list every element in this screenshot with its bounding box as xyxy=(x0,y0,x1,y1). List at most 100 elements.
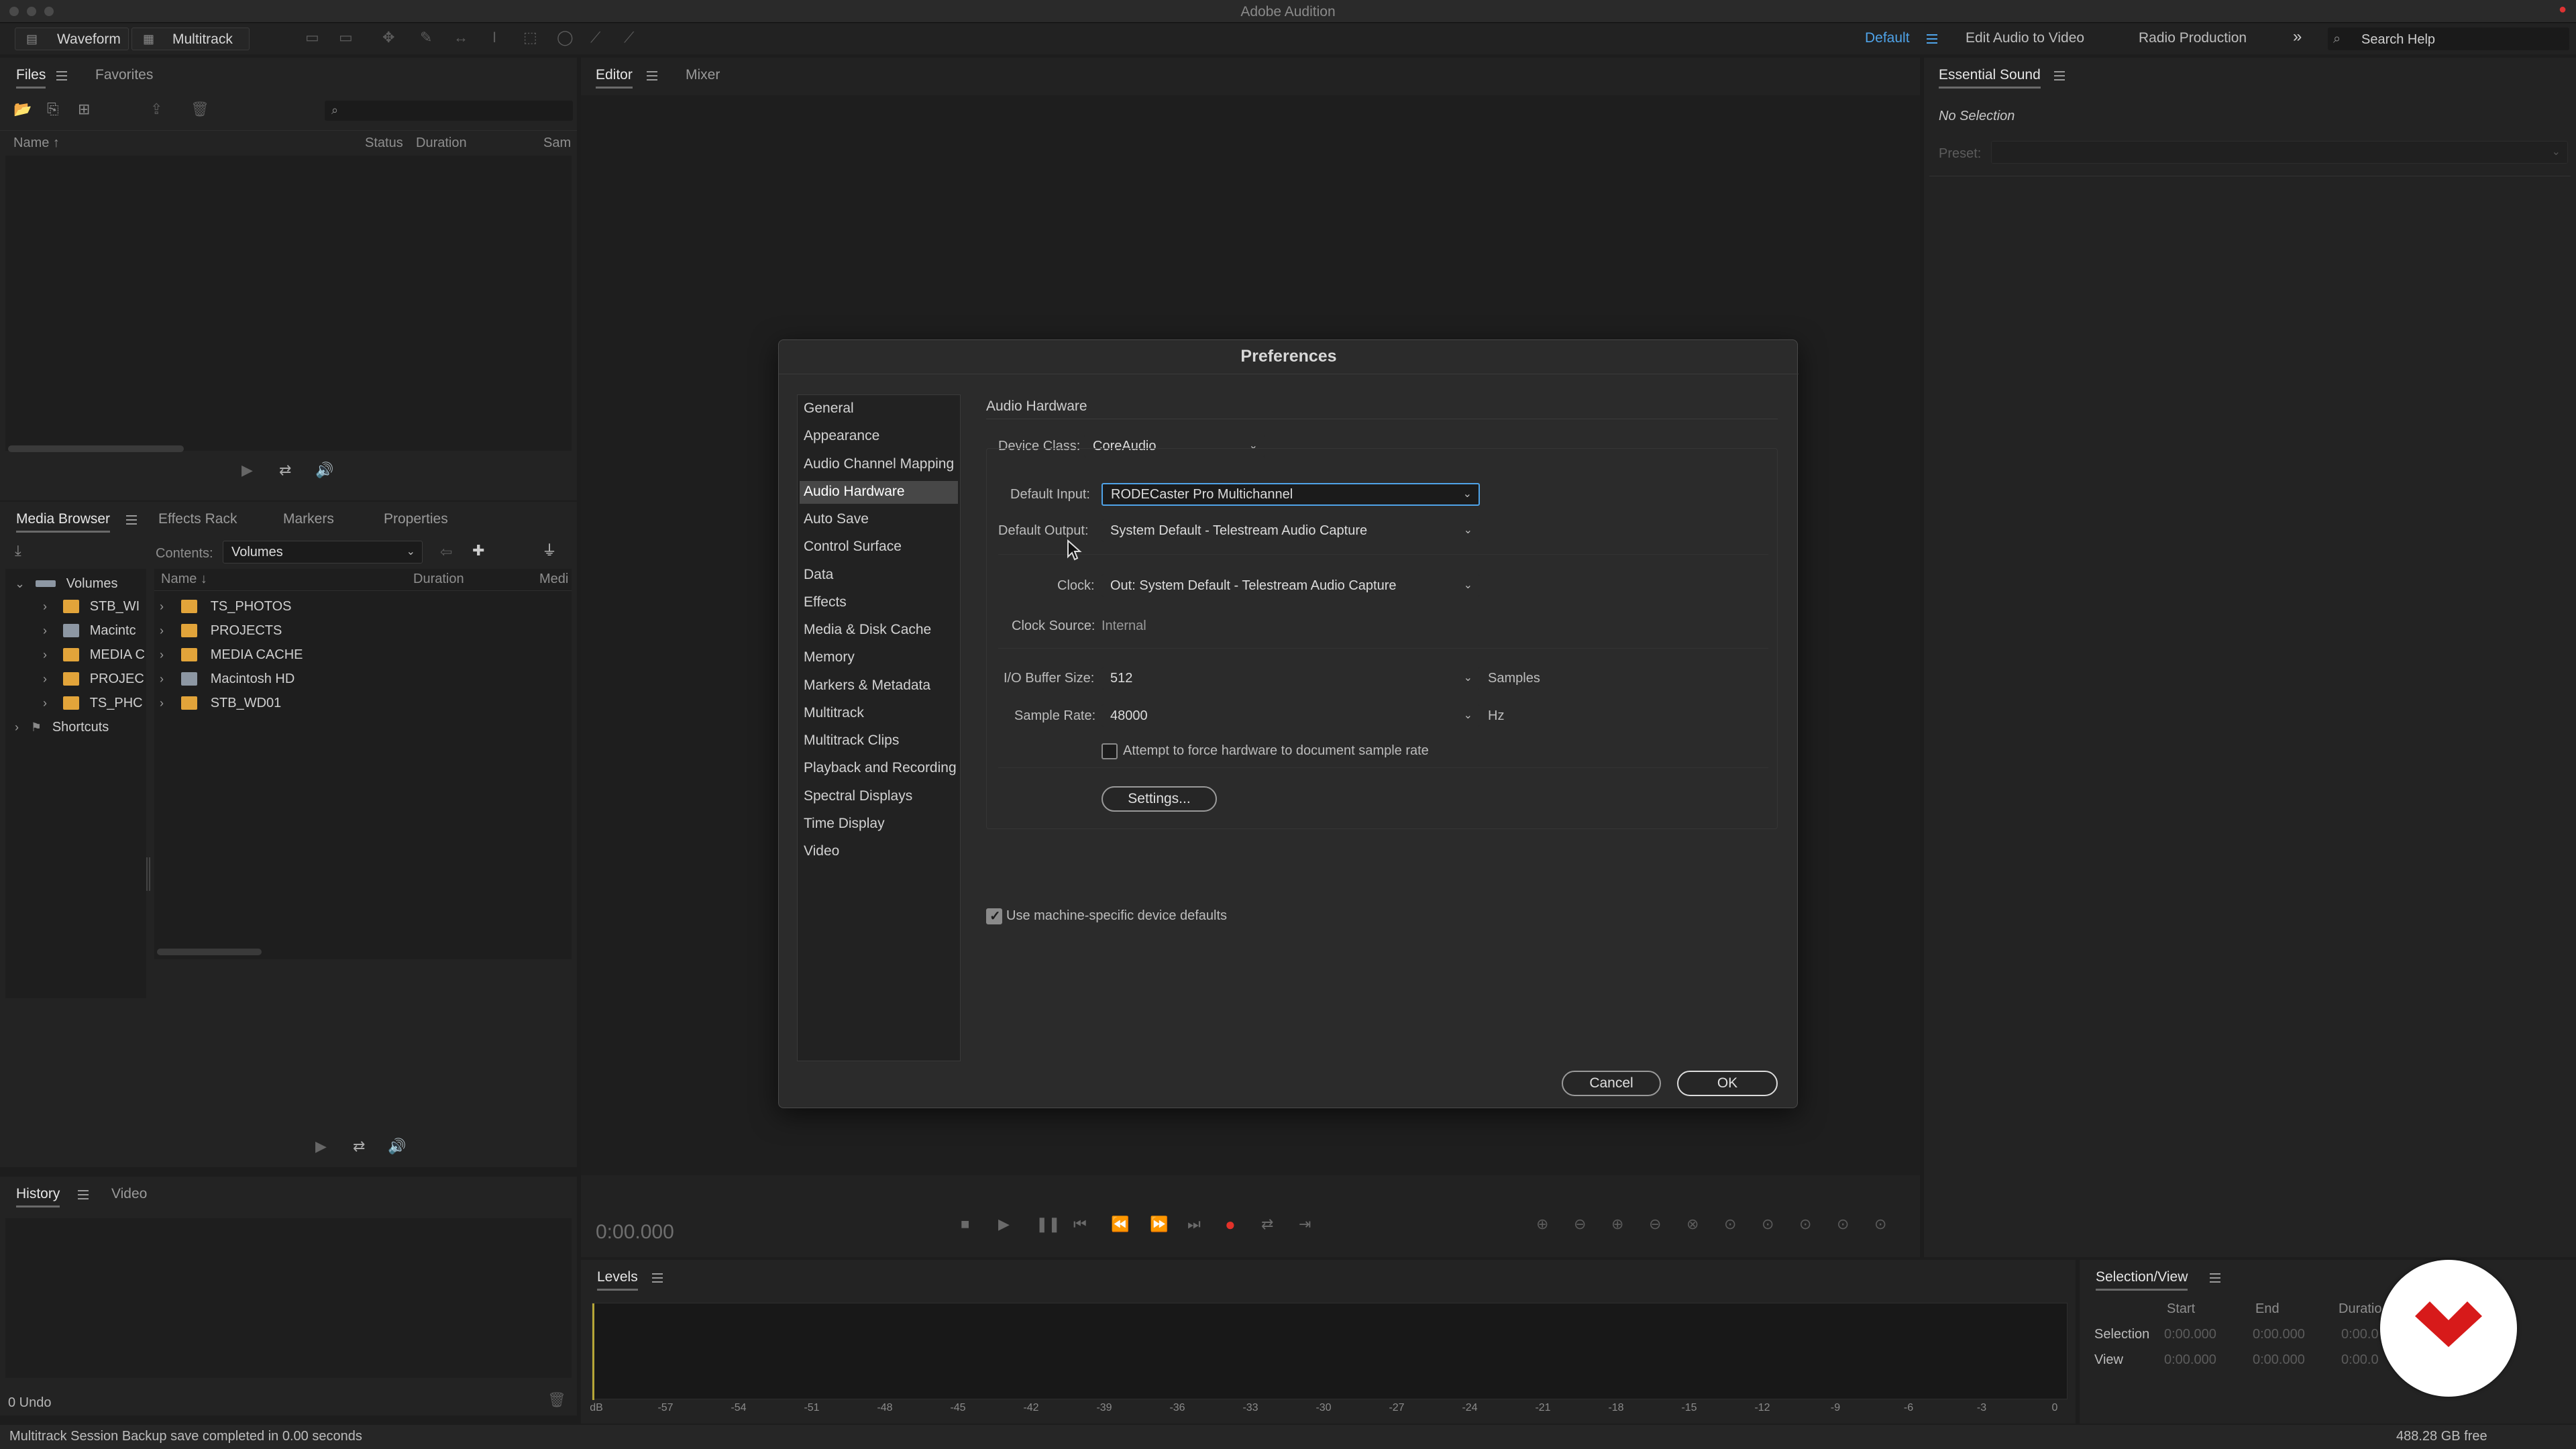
zoom-full-icon[interactable]: ⊗ xyxy=(1686,1217,1699,1232)
time-selection-tool-icon[interactable]: I xyxy=(492,30,496,45)
import-file-icon[interactable]: ⎘ xyxy=(47,102,59,117)
skip-back-icon[interactable]: ⏮ xyxy=(1073,1217,1087,1232)
add-shortcut-icon[interactable]: ✚ xyxy=(472,543,484,558)
col-duration[interactable]: Duration xyxy=(416,136,467,151)
selection-end[interactable]: 0:00.000 xyxy=(2253,1327,2305,1342)
workspace-radio-production[interactable]: Radio Production xyxy=(2139,30,2247,46)
play-icon[interactable]: ▶ xyxy=(241,463,253,478)
col-duration[interactable]: Duration xyxy=(413,572,464,587)
tree-item-volumes[interactable]: ⌄ Volumes xyxy=(15,576,118,592)
zoom-reset-icon[interactable]: ⊙ xyxy=(1874,1217,1886,1232)
zoom-out-time-icon[interactable]: ⊖ xyxy=(1649,1217,1661,1232)
category-appearance[interactable]: Appearance xyxy=(804,428,879,444)
skip-forward-icon[interactable]: ⏭ xyxy=(1187,1217,1201,1232)
zoom-out-amplitude-icon[interactable]: ⊖ xyxy=(1574,1217,1586,1232)
files-scrollbar[interactable] xyxy=(8,445,184,452)
selection-start[interactable]: 0:00.000 xyxy=(2164,1327,2216,1342)
marquee-tool-icon[interactable]: ⬚ xyxy=(523,30,537,45)
tab-editor[interactable]: Editor xyxy=(596,67,633,89)
loop-icon[interactable]: ⇄ xyxy=(1261,1217,1273,1232)
col-name[interactable]: Name ↓ xyxy=(161,572,207,587)
slip-tool-icon[interactable]: ↔ xyxy=(453,30,468,45)
pause-icon[interactable]: ❚❚ xyxy=(1036,1217,1061,1232)
category-memory[interactable]: Memory xyxy=(804,649,855,665)
essential-sound-menu-icon[interactable] xyxy=(2054,71,2065,80)
category-audio-hardware[interactable]: Audio Hardware xyxy=(804,484,905,500)
default-output-dropdown[interactable]: System Default - Telestream Audio Captur… xyxy=(1102,519,1480,542)
zoom-in-point-icon[interactable]: ⊙ xyxy=(1762,1217,1774,1232)
tab-levels[interactable]: Levels xyxy=(597,1269,638,1291)
tab-effects-rack[interactable]: Effects Rack xyxy=(158,511,237,527)
history-menu-icon[interactable] xyxy=(78,1190,89,1199)
insert-into-multitrack-icon[interactable]: ⇪ xyxy=(150,102,162,117)
list-item[interactable]: › TS_PHOTOS xyxy=(160,598,291,614)
files-search-input[interactable]: ⌕ xyxy=(325,101,573,121)
category-markers-metadata[interactable]: Markers & Metadata xyxy=(804,678,930,694)
zoom-selection-icon[interactable]: ⊙ xyxy=(1724,1217,1736,1232)
buffer-size-dropdown[interactable]: 512 ⌄ xyxy=(1102,667,1480,690)
list-scrollbar[interactable] xyxy=(157,949,262,955)
delete-file-icon[interactable]: 🗑 xyxy=(191,102,209,117)
open-file-icon[interactable]: 📂 xyxy=(13,102,32,117)
contents-dropdown[interactable]: Volumes ⌄ xyxy=(223,541,423,564)
autoplay-icon[interactable]: 🔊 xyxy=(388,1139,406,1154)
spectral-display-icon[interactable]: ▭ xyxy=(305,30,319,45)
healing-tool-icon[interactable]: ⟋ xyxy=(624,30,634,45)
move-tool-icon[interactable]: ✥ xyxy=(382,30,394,45)
levels-menu-icon[interactable] xyxy=(652,1273,663,1283)
skip-selection-icon[interactable]: ⇥ xyxy=(1299,1217,1311,1232)
category-spectral-displays[interactable]: Spectral Displays xyxy=(804,788,912,804)
new-file-icon[interactable]: ⊞ xyxy=(78,102,90,117)
media-tree-splitter[interactable] xyxy=(146,857,150,891)
category-auto-save[interactable]: Auto Save xyxy=(804,511,869,527)
list-item[interactable]: › PROJECTS xyxy=(160,623,282,639)
search-help-field[interactable]: ⌕ Search Help xyxy=(2328,28,2569,50)
col-name[interactable]: Name ↑ xyxy=(13,136,60,151)
tree-item-stb-wd01[interactable]: › STB_WI xyxy=(43,598,140,614)
loop-icon[interactable]: ⇄ xyxy=(279,463,291,478)
category-playback-recording[interactable]: Playback and Recording xyxy=(804,760,957,776)
filter-icon[interactable]: ⏚ xyxy=(542,543,557,558)
tree-item-macintosh-hd[interactable]: › Macintc xyxy=(43,623,136,639)
back-arrow-icon[interactable]: ⇦ xyxy=(440,545,452,559)
tab-video[interactable]: Video xyxy=(111,1186,147,1202)
record-icon[interactable]: ● xyxy=(1225,1216,1236,1233)
razor-tool-icon[interactable]: ✎ xyxy=(420,30,432,45)
zoom-out-point-icon[interactable]: ⊙ xyxy=(1799,1217,1811,1232)
view-duration[interactable]: 0:00.0 xyxy=(2341,1352,2379,1368)
tab-favorites[interactable]: Favorites xyxy=(95,67,153,83)
workspace-menu-icon[interactable] xyxy=(1927,34,1937,44)
tab-markers[interactable]: Markers xyxy=(283,511,334,527)
selection-view-menu-icon[interactable] xyxy=(2210,1273,2220,1283)
category-effects[interactable]: Effects xyxy=(804,594,847,610)
tree-item-ts-photos[interactable]: › TS_PHC xyxy=(43,695,143,711)
loop-icon[interactable]: ⇄ xyxy=(353,1139,365,1154)
tab-files[interactable]: Files xyxy=(16,67,46,89)
tree-item-shortcuts[interactable]: › ⚑ Shortcuts xyxy=(15,719,109,735)
tab-essential-sound[interactable]: Essential Sound xyxy=(1939,67,2041,89)
workspace-default[interactable]: Default xyxy=(1865,30,1910,46)
tab-media-browser[interactable]: Media Browser xyxy=(16,511,111,533)
workspace-overflow-icon[interactable]: » xyxy=(2293,28,2302,46)
category-general[interactable]: General xyxy=(804,400,854,417)
audio-settings-button[interactable]: Settings... xyxy=(1102,786,1217,812)
category-data[interactable]: Data xyxy=(804,567,833,583)
stop-icon[interactable]: ■ xyxy=(961,1217,969,1232)
list-item[interactable]: › Macintosh HD xyxy=(160,671,294,687)
category-time-display[interactable]: Time Display xyxy=(804,816,885,832)
download-icon[interactable]: ⤓ xyxy=(15,543,21,558)
category-multitrack[interactable]: Multitrack xyxy=(804,705,864,721)
pitch-display-icon[interactable]: ▭ xyxy=(339,30,353,45)
cancel-button[interactable]: Cancel xyxy=(1562,1071,1661,1096)
tab-history[interactable]: History xyxy=(16,1186,60,1208)
machine-defaults-checkbox[interactable] xyxy=(986,908,1002,924)
clock-dropdown[interactable]: Out: System Default - Telestream Audio C… xyxy=(1102,574,1480,597)
category-audio-channel-mapping[interactable]: Audio Channel Mapping xyxy=(804,456,954,472)
tab-selection-view[interactable]: Selection/View xyxy=(2096,1269,2188,1291)
tree-item-media-cache[interactable]: › MEDIA C xyxy=(43,647,145,663)
play-icon[interactable]: ▶ xyxy=(315,1139,327,1154)
category-control-surface[interactable]: Control Surface xyxy=(804,539,902,555)
zoom-in-amplitude-icon[interactable]: ⊕ xyxy=(1536,1217,1548,1232)
multitrack-button[interactable]: ▦ Multitrack xyxy=(131,28,250,50)
col-media[interactable]: Medi xyxy=(539,572,568,587)
